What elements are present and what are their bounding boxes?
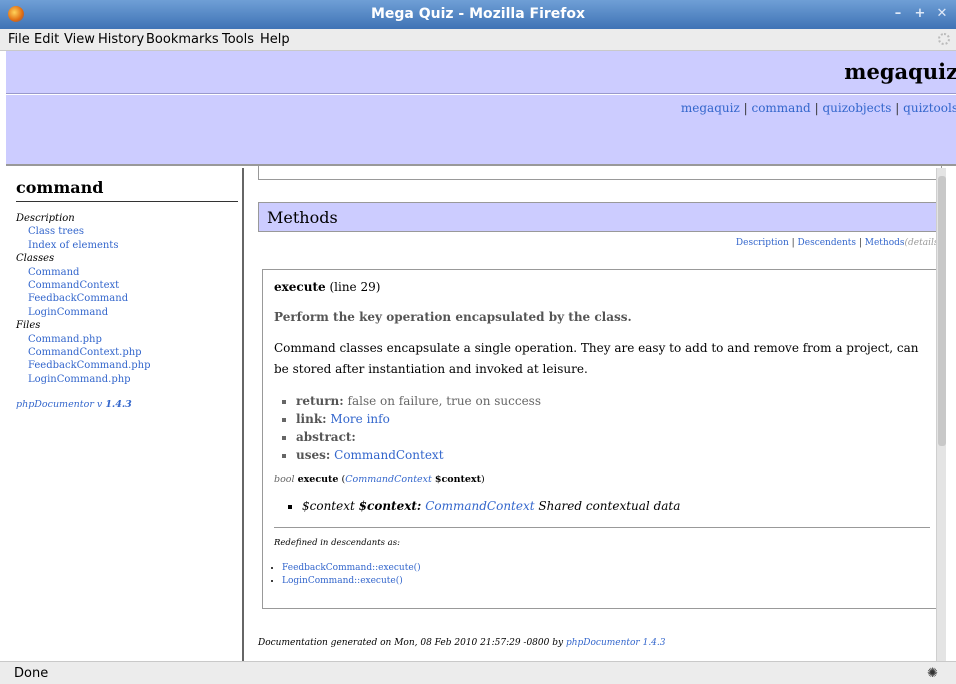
footer-text: Documentation generated on Mon, 08 Feb 2… [258, 638, 564, 648]
divider [274, 527, 930, 528]
link-class-commandcontext[interactable]: CommandContext [28, 280, 119, 291]
main-content: Methods Description | Descendents | Meth… [246, 164, 946, 661]
generator-version: phpDocumentor v 1.4.3 [16, 398, 151, 411]
tag-link: link: More info [296, 410, 930, 428]
param-label: $context: [358, 499, 422, 513]
method-params: $context $context: CommandContext Shared… [302, 499, 930, 513]
separator: | [895, 101, 900, 115]
scrollbar-thumb[interactable] [938, 176, 946, 446]
link-class-command[interactable]: Command [28, 267, 79, 278]
tag-uses: uses: CommandContext [296, 446, 930, 464]
content-scrollbar[interactable] [936, 168, 946, 661]
menu-view[interactable]: View [64, 32, 95, 47]
page-viewport: megaquiz megaquiz | command | quizobject… [0, 51, 956, 661]
package-link-quiztools[interactable]: quiztools [903, 101, 956, 115]
tag-abstract: abstract: [296, 428, 930, 446]
separator: | [743, 101, 748, 115]
left-nav: Description Class trees Index of element… [16, 212, 151, 412]
banner-top: megaquiz [6, 51, 956, 94]
redefined-list: FeedbackCommand::execute() LoginCommand:… [282, 562, 930, 588]
link-file-commandcontext[interactable]: CommandContext.php [28, 347, 142, 358]
site-title: megaquiz [844, 59, 956, 84]
tag-label: link: [296, 412, 327, 426]
link-feedbackcommand-execute[interactable]: FeedbackCommand::execute() [282, 563, 421, 573]
param-name: $context [434, 474, 481, 485]
method-short-desc: Perform the key operation encapsulated b… [274, 310, 632, 324]
tag-label: uses: [296, 448, 331, 462]
param-type-link[interactable]: CommandContext [345, 474, 432, 485]
window-title: Mega Quiz - Mozilla Firefox [370, 6, 586, 22]
menu-file[interactable]: File [8, 32, 30, 47]
signature-name: execute [297, 474, 339, 485]
method-name: execute [274, 280, 326, 294]
maximize-icon[interactable]: + [912, 6, 928, 22]
method-line: (line 29) [329, 280, 381, 294]
link-index-of-elements[interactable]: Index of elements [28, 240, 118, 251]
section-files: Files [16, 320, 41, 332]
package-link-quizobjects[interactable]: quizobjects [822, 101, 891, 115]
separator: | [814, 101, 819, 115]
window-titlebar: Mega Quiz - Mozilla Firefox – + ✕ [0, 0, 956, 29]
link-file-feedbackcommand[interactable]: FeedbackCommand.php [28, 360, 151, 371]
previous-section-box [258, 164, 942, 180]
bug-icon[interactable]: ✺ [927, 666, 938, 681]
menu-history[interactable]: History [98, 32, 144, 47]
menu-tools[interactable]: Tools [222, 32, 254, 47]
methods-heading: Methods [258, 202, 942, 232]
menu-help[interactable]: Help [260, 32, 290, 47]
link-class-feedbackcommand[interactable]: FeedbackCommand [28, 293, 128, 304]
link-class-trees[interactable]: Class trees [28, 226, 84, 237]
param-var: $context [302, 499, 355, 513]
nav-details[interactable]: details [908, 238, 938, 248]
version-number[interactable]: 1.4.3 [105, 399, 131, 410]
more-info-link[interactable]: More info [330, 412, 389, 426]
method-long-desc: Command classes encapsulate a single ope… [274, 341, 919, 376]
status-text: Done [14, 666, 49, 681]
left-frame: command Description Class trees Index of… [6, 168, 244, 661]
status-bar: Done ✺ [0, 661, 956, 684]
link-logincommand-execute[interactable]: LoginCommand::execute() [282, 576, 403, 586]
section-nav: Description | Descendents | Methods(deta… [735, 238, 942, 248]
section-description: Description [16, 213, 75, 224]
link-file-logincommand[interactable]: LoginCommand.php [28, 374, 131, 385]
uses-commandcontext-link[interactable]: CommandContext [334, 448, 443, 462]
menu-bookmarks[interactable]: Bookmarks [146, 32, 219, 47]
param-desc: Shared contextual data [538, 499, 681, 513]
nav-description[interactable]: Description [736, 238, 789, 248]
tag-value: false on failure, true on success [347, 394, 541, 408]
redefined-label: Redefined in descendants as: [274, 538, 400, 548]
tag-label: abstract: [296, 430, 356, 444]
package-heading: command [16, 178, 238, 202]
nav-methods[interactable]: Methods [865, 238, 905, 248]
banner-bottom: megaquiz | command | quizobjects | quizt… [6, 95, 956, 166]
phpdocumentor-link[interactable]: phpDocumentor v [16, 399, 102, 410]
menu-edit[interactable]: Edit [34, 32, 59, 47]
param-item: $context $context: CommandContext Shared… [302, 499, 930, 513]
minimize-icon[interactable]: – [890, 6, 906, 22]
method-title: execute (line 29) [274, 280, 930, 294]
link-file-command[interactable]: Command.php [28, 334, 102, 345]
return-type: bool [274, 474, 295, 485]
tag-label: return: [296, 394, 344, 408]
link-class-logincommand[interactable]: LoginCommand [28, 307, 108, 318]
throbber-icon [938, 33, 950, 45]
package-link-megaquiz[interactable]: megaquiz [681, 101, 740, 115]
method-signature: bool execute (CommandContext $context) [274, 474, 485, 485]
method-detail-box: execute (line 29) Perform the key operat… [262, 269, 940, 609]
tag-return: return: false on failure, true on succes… [296, 392, 930, 410]
section-classes: Classes [16, 253, 55, 265]
close-icon[interactable]: ✕ [934, 6, 950, 22]
param-type-link[interactable]: CommandContext [425, 499, 534, 513]
method-tags: return: false on failure, true on succes… [296, 392, 930, 464]
footer-phpdocumentor-link[interactable]: phpDocumentor 1.4.3 [566, 638, 666, 648]
package-nav: megaquiz | command | quizobjects | quizt… [681, 101, 956, 115]
package-link-command[interactable]: command [751, 101, 810, 115]
footer: Documentation generated on Mon, 08 Feb 2… [258, 638, 666, 648]
menu-bar: File Edit View History Bookmarks Tools H… [0, 29, 956, 51]
nav-descendents[interactable]: Descendents [798, 238, 856, 248]
